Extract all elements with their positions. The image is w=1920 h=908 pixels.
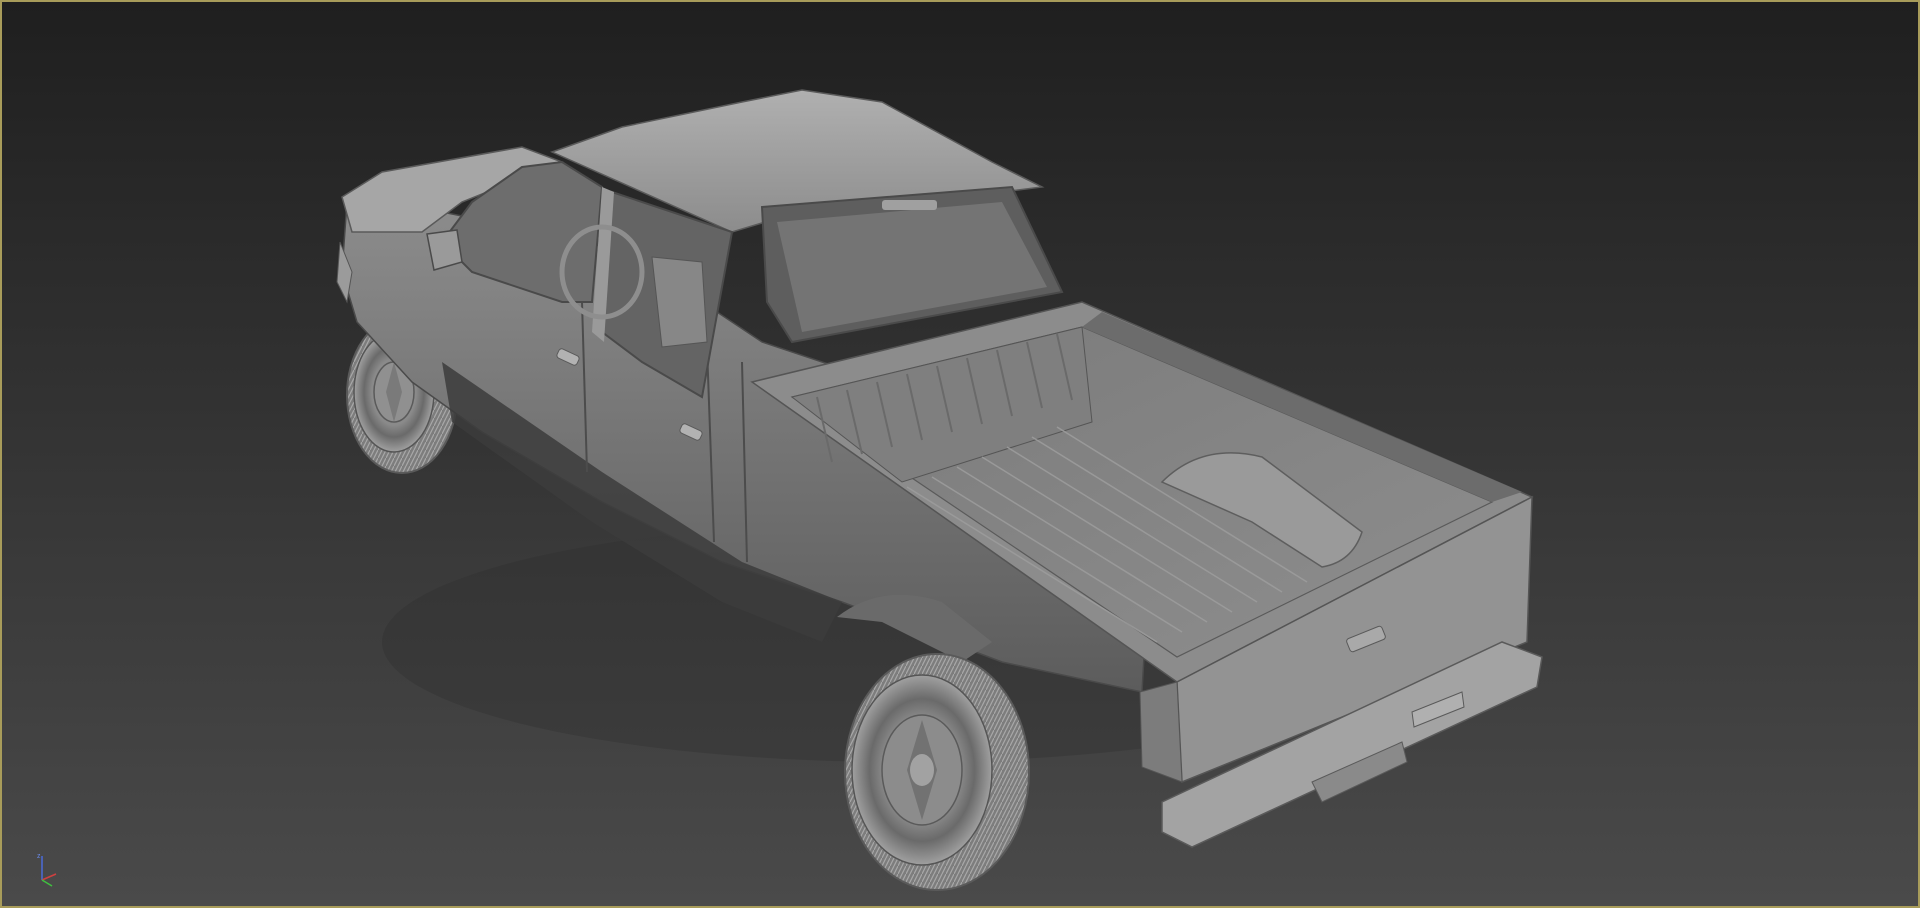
axis-tripod-icon: z	[37, 853, 57, 887]
z-axis-label: z	[37, 853, 41, 860]
x-axis-line	[41, 873, 57, 881]
perspective-viewport[interactable]: z	[0, 0, 1920, 908]
y-axis-line	[41, 879, 53, 887]
truck-model[interactable]	[2, 2, 1918, 906]
